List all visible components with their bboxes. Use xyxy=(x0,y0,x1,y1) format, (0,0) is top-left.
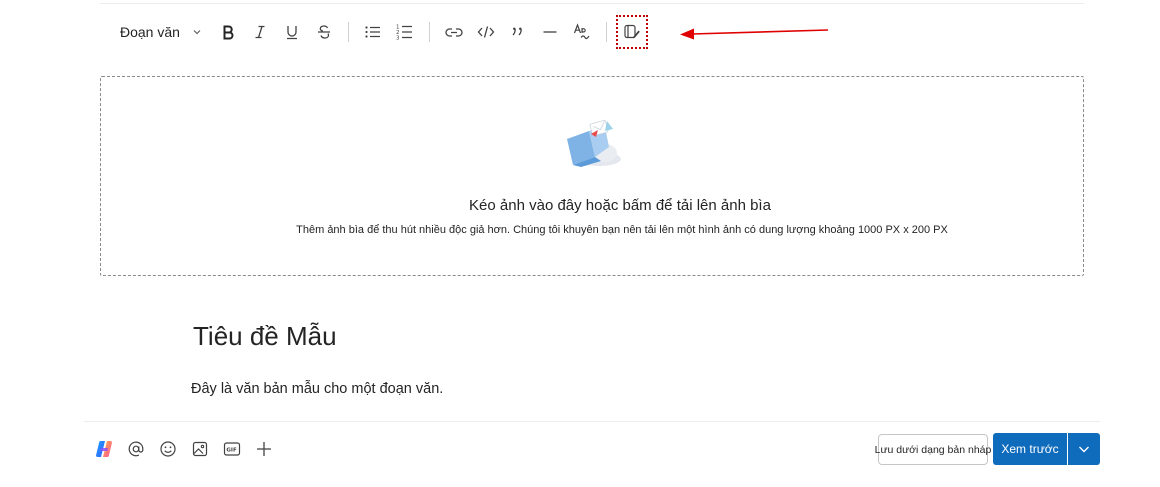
link-icon xyxy=(445,28,463,37)
gif-button[interactable]: GIF xyxy=(216,436,248,462)
toolbar-separator xyxy=(605,22,607,42)
image-icon xyxy=(192,441,208,457)
annotation-arrow xyxy=(680,28,829,40)
horizontal-rule-button[interactable] xyxy=(534,16,566,48)
bold-icon xyxy=(223,25,234,40)
save-draft-button[interactable]: Lưu dưới dạng bản nháp xyxy=(875,434,991,465)
svg-text:3: 3 xyxy=(396,36,400,42)
quote-button[interactable] xyxy=(502,16,534,48)
code-button[interactable] xyxy=(470,16,502,48)
numbered-list-icon: 123 xyxy=(396,25,412,42)
paragraph-style-dropdown[interactable]: Đoạn văn xyxy=(110,16,212,48)
link-button[interactable] xyxy=(438,16,470,48)
bulleted-list-button[interactable] xyxy=(357,16,389,48)
upload-subtitle: Thêm ảnh bìa để thu hút nhiều độc giả hơ… xyxy=(296,224,948,236)
mention-button[interactable] xyxy=(120,436,152,462)
formatting-toolbar: Đoạn văn 123 xyxy=(110,15,648,49)
cloud-upload-illustration-icon xyxy=(567,120,621,167)
preview-button[interactable]: Xem trước xyxy=(993,433,1067,465)
top-divider xyxy=(100,3,1084,4)
code-icon xyxy=(477,26,495,38)
preview-options-button[interactable] xyxy=(1068,433,1100,465)
upload-title: Kéo ảnh vào đây hoặc bấm để tải lên ảnh … xyxy=(469,197,771,214)
spelling-button[interactable] xyxy=(566,16,598,48)
spelling-icon xyxy=(573,23,590,40)
article-title[interactable]: Tiêu đề Mẫu xyxy=(193,321,337,352)
strikethrough-button[interactable] xyxy=(308,16,340,48)
edit-note-button[interactable] xyxy=(615,15,648,49)
strikethrough-icon xyxy=(317,25,330,39)
underline-button[interactable] xyxy=(276,16,308,48)
bulleted-list-icon xyxy=(365,26,380,38)
chevron-down-icon xyxy=(1079,446,1089,453)
paragraph-style-label: Đoạn văn xyxy=(120,24,180,40)
emoji-icon xyxy=(160,441,176,457)
underline-icon xyxy=(286,26,297,40)
mention-icon xyxy=(128,441,144,457)
copilot-button[interactable] xyxy=(88,436,120,462)
italic-button[interactable] xyxy=(244,16,276,48)
numbered-list-button[interactable]: 123 xyxy=(389,16,421,48)
emoji-button[interactable] xyxy=(152,436,184,462)
horizontal-rule-icon xyxy=(543,31,557,33)
image-button[interactable] xyxy=(184,436,216,462)
article-paragraph[interactable]: Đây là văn bản mẫu cho một đoạn văn. xyxy=(191,381,443,397)
chevron-down-icon xyxy=(192,27,202,37)
italic-icon xyxy=(255,25,265,39)
gif-icon: GIF xyxy=(223,442,241,456)
add-button[interactable] xyxy=(248,436,280,462)
add-icon xyxy=(257,442,271,456)
bold-button[interactable] xyxy=(212,16,244,48)
quote-icon xyxy=(512,27,522,36)
svg-text:GIF: GIF xyxy=(226,448,237,454)
toolbar-separator xyxy=(428,22,430,42)
bottom-divider xyxy=(84,421,1100,422)
copilot-icon xyxy=(96,441,112,457)
toolbar-separator xyxy=(347,22,349,42)
bottom-toolbar: GIF xyxy=(88,436,280,462)
cover-image-upload-area[interactable]: Kéo ảnh vào đây hoặc bấm để tải lên ảnh … xyxy=(100,76,1084,276)
edit-note-icon xyxy=(624,24,640,39)
